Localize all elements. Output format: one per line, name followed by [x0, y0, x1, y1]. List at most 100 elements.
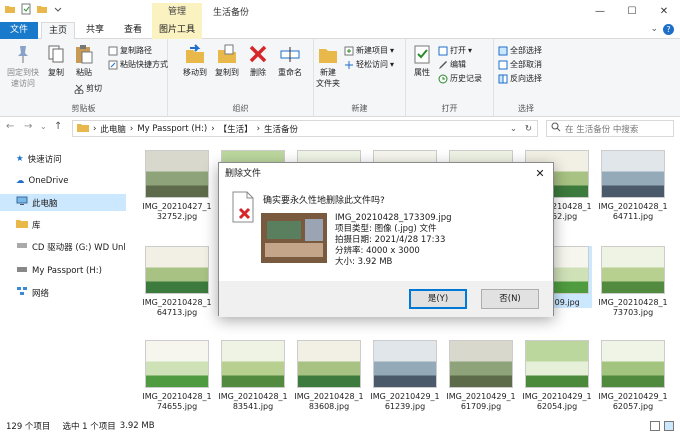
search-icon: [551, 122, 561, 135]
copy-to-button[interactable]: 复制到: [212, 43, 242, 78]
easy-access-button[interactable]: 轻松访问 ▾: [344, 59, 394, 70]
folder-icon: [77, 122, 89, 135]
file-name: IMG_20210429_162054.jpg: [522, 392, 592, 411]
large-icons-view-icon[interactable]: [664, 421, 674, 431]
file-item[interactable]: IMG_20210427_132752.jpg: [142, 150, 212, 222]
file-item[interactable]: IMG_20210429_162054.jpg: [522, 340, 592, 412]
minimize-button[interactable]: —: [584, 0, 616, 22]
file-item[interactable]: IMG_20210429_162057.jpg: [598, 340, 668, 412]
sidebar-item-onedrive[interactable]: ☁ OneDrive: [0, 172, 126, 189]
breadcrumb-drive[interactable]: My Passport (H:): [137, 124, 207, 134]
forward-icon[interactable]: →: [24, 121, 32, 132]
customize-dropdown-icon[interactable]: [52, 3, 64, 15]
group-new: 新建 文件夹 新建项目 ▾ 轻松访问 ▾ 新建: [314, 39, 406, 117]
address-dropdown-icon[interactable]: ⌄: [510, 124, 517, 134]
file-item[interactable]: IMG_20210428_164711.jpg: [598, 150, 668, 222]
help-icon[interactable]: ?: [663, 24, 674, 35]
delete-button[interactable]: 删除: [246, 43, 270, 78]
back-icon[interactable]: ←: [6, 121, 14, 132]
properties-button[interactable]: 属性: [410, 43, 434, 78]
cut-button[interactable]: 剪切: [74, 83, 102, 94]
copy-path-button[interactable]: 复制路径: [108, 45, 152, 56]
status-bar: 129 个项目 选中 1 个项目 3.92 MB: [0, 417, 680, 435]
new-item-label: 新建项目: [356, 46, 388, 55]
paste-shortcut-button[interactable]: 粘贴快捷方式: [108, 59, 168, 70]
dialog-filename: IMG_20210428_173309.jpg: [335, 213, 452, 223]
new-folder-icon[interactable]: [36, 3, 48, 15]
history-button[interactable]: 历史记录: [438, 73, 482, 84]
file-item[interactable]: IMG_20210429_161709.jpg: [446, 340, 516, 412]
tab-view[interactable]: 查看: [118, 22, 148, 39]
pin-quick-access-button[interactable]: 固定到快 速访问: [4, 43, 42, 89]
yes-button[interactable]: 是(Y): [409, 289, 467, 309]
sidebar-item-my-passport[interactable]: My Passport (H:): [0, 262, 126, 279]
invert-icon: [498, 74, 508, 84]
select-none-button[interactable]: 全部取消: [498, 59, 542, 70]
title-bar: 管理 生活备份 — ☐ ✕: [0, 0, 680, 22]
invert-selection-button[interactable]: 反向选择: [498, 73, 542, 84]
new-folder-button[interactable]: 新建 文件夹: [314, 43, 342, 89]
move-to-button[interactable]: 移动到: [180, 43, 210, 78]
selection-count: 选中 1 个项目: [62, 422, 116, 432]
paste-button[interactable]: 粘贴: [72, 43, 96, 78]
context-tab-manage[interactable]: 管理: [152, 3, 202, 22]
address-box[interactable]: › 此电脑 › My Passport (H:) › 【生活】 › 生活备份 ⌄…: [72, 120, 538, 137]
pin-icon: [12, 43, 34, 65]
maximize-button[interactable]: ☐: [616, 0, 648, 22]
copy-button[interactable]: 复制: [44, 43, 68, 78]
select-all-icon: [498, 46, 508, 56]
image-thumbnail: [601, 340, 665, 388]
group-clipboard-label: 剪贴板: [71, 104, 96, 113]
no-button[interactable]: 否(N): [481, 289, 539, 309]
rename-button[interactable]: 重命名: [274, 43, 306, 78]
group-organize: 移动到 复制到 删除 重命名 组织: [168, 39, 314, 117]
delete-file-dialog: 删除文件 ✕ 确实要永久性地删除此文件吗? IMG_20210428_17330…: [218, 162, 554, 317]
easy-access-label: 轻松访问: [356, 60, 388, 69]
details-view-icon[interactable]: [650, 421, 660, 431]
breadcrumb-life[interactable]: 【生活】: [219, 123, 253, 135]
file-item[interactable]: IMG_20210428_164713.jpg: [142, 246, 212, 318]
breadcrumb-this-pc[interactable]: 此电脑: [100, 123, 126, 135]
tab-home[interactable]: 主页: [41, 22, 75, 39]
file-item[interactable]: IMG_20210429_161239.jpg: [370, 340, 440, 412]
refresh-icon[interactable]: ↻: [525, 124, 532, 134]
dialog-close-button[interactable]: ✕: [527, 163, 553, 185]
file-item[interactable]: IMG_20210428_183541.jpg: [218, 340, 288, 412]
search-input[interactable]: 在 生活备份 中搜索: [546, 120, 674, 137]
breadcrumb-backup[interactable]: 生活备份: [264, 123, 298, 135]
sidebar-item-quick-access[interactable]: ★ 快速访问: [0, 150, 126, 167]
folder-icon[interactable]: [4, 3, 16, 15]
tab-picture-tools[interactable]: 图片工具: [152, 22, 202, 39]
new-item-button[interactable]: 新建项目 ▾: [344, 45, 394, 56]
ribbon-collapse-icon[interactable]: ⌄: [650, 24, 658, 34]
group-new-label: 新建: [351, 104, 368, 113]
file-item[interactable]: IMG_20210428_174655.jpg: [142, 340, 212, 412]
dialog-title: 删除文件: [225, 169, 262, 179]
image-thumbnail: [221, 340, 285, 388]
ribbon: 固定到快 速访问 复制 粘贴 复制路径 粘贴快捷方式 剪切 剪贴板 移动到 复制…: [0, 39, 680, 117]
image-thumbnail: [601, 246, 665, 294]
tab-share[interactable]: 共享: [80, 22, 110, 39]
copy-to-label: 复制到: [215, 68, 239, 77]
file-item[interactable]: IMG_20210428_183608.jpg: [294, 340, 364, 412]
sidebar-item-this-pc[interactable]: 此电脑: [0, 194, 126, 211]
edit-button[interactable]: 编辑: [438, 59, 466, 70]
history-label: 历史记录: [450, 74, 482, 83]
tab-file[interactable]: 文件: [0, 22, 38, 39]
close-button[interactable]: ✕: [648, 0, 680, 22]
sidebar-item-libraries[interactable]: 库: [0, 216, 126, 233]
dropdown-icon: ▾: [390, 46, 395, 55]
up-icon[interactable]: ↑: [54, 121, 62, 132]
properties-icon[interactable]: [20, 3, 32, 15]
cut-label: 剪切: [86, 84, 102, 93]
new-folder-icon: [317, 43, 339, 65]
recent-dropdown-icon[interactable]: ⌄: [40, 122, 47, 131]
sidebar-item-network[interactable]: 网络: [0, 284, 126, 301]
open-button[interactable]: 打开 ▾: [438, 45, 472, 56]
sidebar-item-cd-drive[interactable]: CD 驱动器 (G:) WD Unlc: [0, 238, 126, 255]
copy-path-icon: [108, 46, 118, 56]
group-clipboard: 固定到快 速访问 复制 粘贴 复制路径 粘贴快捷方式 剪切 剪贴板: [0, 39, 168, 117]
select-all-button[interactable]: 全部选择: [498, 45, 542, 56]
file-item[interactable]: IMG_20210428_173703.jpg: [598, 246, 668, 318]
delete-x-icon: [247, 43, 269, 65]
